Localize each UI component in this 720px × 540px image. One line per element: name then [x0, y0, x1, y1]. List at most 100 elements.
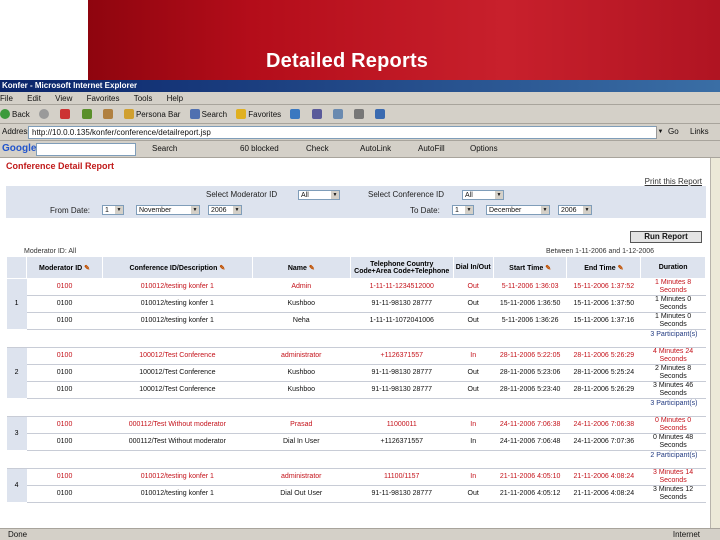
home-button[interactable]: [102, 105, 115, 124]
to-month-select[interactable]: December ▼: [486, 205, 550, 215]
autofill-button[interactable]: AutoFill: [418, 144, 445, 153]
cell-end-time: 21-11-2006 4:08:24: [566, 485, 641, 503]
cell-conference: 010012/testing konfer 1: [102, 468, 253, 486]
cell-conference: 010012/testing konfer 1: [102, 295, 253, 313]
search-label: Search: [201, 110, 228, 119]
to-day-select[interactable]: 1 ▼: [452, 205, 474, 215]
header-label: Dial In/Out: [455, 264, 491, 271]
google-search-input[interactable]: [36, 143, 136, 156]
mail-button[interactable]: [332, 105, 345, 124]
participant-summary-row: 2 Participant(s): [7, 451, 706, 461]
cell-telephone: 1-11-11-1072041006: [350, 312, 454, 330]
header-moderator-id[interactable]: Moderator ID ✎: [26, 256, 104, 279]
menu-help[interactable]: Help: [167, 92, 183, 105]
cell-telephone: 11100/1157: [350, 468, 454, 486]
chevron-down-icon: ▼: [191, 206, 199, 214]
spell-check-button[interactable]: Check: [306, 144, 329, 153]
report-title: Conference Detail Report: [6, 161, 115, 171]
spacer-cell: [7, 340, 706, 348]
sort-icon: ✎: [308, 264, 315, 272]
participant-summary-row: 3 Participant(s): [7, 330, 706, 340]
popup-blocked-button[interactable]: 60 blocked: [240, 144, 279, 153]
cell-dial: Out: [453, 278, 494, 296]
cell-dial: In: [453, 468, 494, 486]
cell-moderator-id: 0100: [26, 347, 103, 365]
stop-button[interactable]: [60, 105, 72, 124]
search-button[interactable]: Search: [189, 105, 228, 124]
persona-bar-button[interactable]: Persona Bar: [123, 105, 180, 124]
links-button[interactable]: Links: [690, 127, 709, 136]
cell-dial: Out: [453, 295, 494, 313]
menu-file[interactable]: File: [0, 92, 13, 105]
edit-button[interactable]: [375, 105, 387, 124]
media-button[interactable]: [290, 105, 302, 124]
autolink-button[interactable]: AutoLink: [360, 144, 391, 153]
cell-duration: 2 Minutes 8 Seconds: [640, 364, 706, 382]
cell-duration: 1 Minutes 0 Seconds: [640, 295, 706, 313]
forward-button[interactable]: [39, 105, 51, 124]
cell-end-time: 24-11-2006 7:06:38: [566, 416, 641, 434]
print-button[interactable]: [354, 105, 366, 124]
back-label: Back: [12, 110, 30, 119]
media-icon: [290, 109, 301, 119]
cell-moderator-id: 0100: [26, 278, 103, 296]
address-dropdown-icon[interactable]: ▼: [656, 126, 664, 139]
group-spacer: [7, 513, 706, 521]
history-button[interactable]: [311, 105, 324, 124]
header-label: End Time: [584, 264, 616, 272]
cell-duration: 3 Minutes 14 Seconds: [640, 468, 706, 486]
run-report-button[interactable]: Run Report: [630, 231, 702, 243]
table-row: 0100 000112/Test Without moderator Dial In…: [7, 433, 706, 451]
moderator-id-select[interactable]: All ▼: [298, 190, 340, 200]
menu-view[interactable]: View: [55, 92, 72, 105]
header-end-time[interactable]: End Time ✎: [566, 256, 642, 279]
group-index: 1: [6, 278, 27, 330]
from-month-value: November: [139, 207, 172, 214]
menu-favorites[interactable]: Favorites: [87, 92, 120, 105]
cell-telephone: 91-11-98130 28777: [350, 364, 454, 382]
menu-edit[interactable]: Edit: [27, 92, 41, 105]
go-button[interactable]: Go: [668, 127, 679, 136]
banner-white-fade: [0, 0, 88, 80]
print-report-link[interactable]: Print this Report: [645, 177, 702, 186]
chevron-down-icon: ▼: [465, 206, 473, 214]
cell-telephone: +1126371557: [350, 433, 454, 451]
cell-dial: In: [453, 416, 494, 434]
cell-conference: 010012/testing konfer 1: [102, 312, 253, 330]
cell-dial: Out: [453, 381, 494, 399]
options-button[interactable]: Options: [470, 144, 498, 153]
menu-tools[interactable]: Tools: [134, 92, 153, 105]
back-button[interactable]: Back: [0, 105, 30, 124]
status-bar: Done Internet: [0, 528, 720, 540]
cell-moderator-id: 0100: [26, 364, 103, 382]
google-search-button[interactable]: Search: [152, 144, 177, 153]
from-year-select[interactable]: 2006 ▼: [208, 205, 242, 215]
address-bar: Address http://10.0.0.135/konfer/confere…: [0, 124, 720, 141]
to-date-label: To Date:: [410, 206, 440, 215]
google-logo[interactable]: Google: [2, 143, 36, 154]
cell-start-time: 28-11-2006 5:23:06: [493, 364, 567, 382]
header-name[interactable]: Name ✎: [251, 256, 351, 279]
from-day-select[interactable]: 1 ▼: [102, 205, 124, 215]
address-input[interactable]: http://10.0.0.135/konfer/conference/deta…: [28, 126, 663, 139]
header-label: Start Time: [509, 264, 544, 272]
chevron-down-icon: ▼: [583, 206, 591, 214]
conference-id-select[interactable]: All ▼: [462, 190, 504, 200]
to-year-select[interactable]: 2006 ▼: [558, 205, 592, 215]
from-month-select[interactable]: November ▼: [136, 205, 200, 215]
vertical-scrollbar[interactable]: [710, 158, 720, 528]
sort-icon: ✎: [617, 264, 624, 272]
participant-summary-row: [7, 503, 706, 513]
refresh-button[interactable]: [81, 105, 94, 124]
conference-id-value: All: [465, 192, 473, 199]
header-start-time[interactable]: Start Time ✎: [492, 256, 568, 279]
sort-icon: ✎: [545, 264, 552, 272]
from-day-value: 1: [105, 207, 109, 214]
table-row: 0100 010012/testing konfer 1 Neha 1-11-11-1…: [7, 312, 706, 330]
favorites-button[interactable]: Favorites: [236, 105, 281, 124]
cell-end-time: 15-11-2006 1:37:50: [566, 295, 641, 313]
header-conference[interactable]: Conference ID/Description ✎: [102, 256, 253, 279]
cell-start-time: 5-11-2006 1:36:26: [493, 312, 567, 330]
menu-bar: File Edit View Favorites Tools Help: [0, 92, 720, 105]
cell-start-time: 21-11-2006 4:05:12: [493, 485, 567, 503]
